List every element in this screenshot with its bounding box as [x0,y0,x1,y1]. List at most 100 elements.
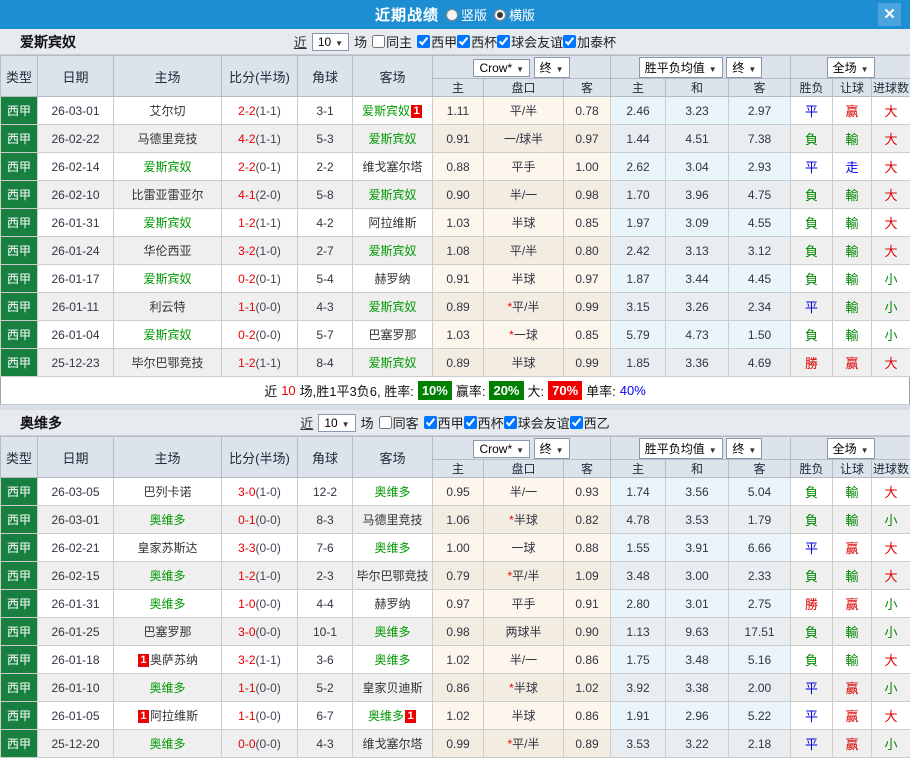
handicap-result-cell: 赢 [833,349,872,377]
cover-rate-label: 赢率: [456,381,486,400]
league-checkbox[interactable] [457,35,470,48]
date-cell: 26-01-25 [38,618,114,646]
away-team-cell: 赫罗纳 [353,265,433,293]
avg-type-select[interactable]: 胜平负均值 [639,57,723,78]
league-cell: 西甲 [1,478,38,506]
dialog-titlebar: 近期战绩 竖版 横版 ✕ [0,0,910,29]
corner-cell: 2-3 [298,562,353,590]
league-checkbox-label: 西杯 [471,32,497,51]
same-venue-checkbox[interactable] [372,35,385,48]
home-team-cell: 爱斯宾奴 [114,321,222,349]
euro-away-odds: 1.79 [729,506,791,534]
match-row: 西甲26-01-04爱斯宾奴0-2(0-0)5-7巴塞罗那1.03*一球0.85… [1,321,910,349]
league-cell: 西甲 [1,293,38,321]
result-cell: 平 [791,293,833,321]
result-cell: 平 [791,674,833,702]
avg-stage-select[interactable]: 终 [726,438,762,459]
recent-label[interactable]: 近 [300,413,313,432]
away-team-cell: 马德里竞技 [353,506,433,534]
team2-matches-table: 类型 日期 主场 比分(半场) 角球 客场 Crow* 终 胜平负均值 终 全场… [0,436,910,758]
team-name-text: 爱斯宾奴 [368,244,416,258]
euro-home-odds: 2.46 [611,97,666,125]
league-checkbox[interactable] [570,416,583,429]
scope-select[interactable]: 全场 [827,57,875,78]
euro-draw-odds: 3.01 [666,590,729,618]
score-cell: 4-1(2-0) [222,181,298,209]
away-team-cell: 维戈塞尔塔 [353,730,433,758]
home-team-cell: 奥维多 [114,730,222,758]
handicap-result-cell: 輸 [833,506,872,534]
asian-away-odds: 0.85 [564,209,611,237]
home-team-cell: 爱斯宾奴 [114,209,222,237]
euro-home-odds: 1.55 [611,534,666,562]
fulltime-score: 1-1 [238,681,255,695]
away-team-cell: 爱斯宾奴 [353,125,433,153]
bookmaker-select[interactable]: Crow* [473,440,530,458]
odds-stage-select[interactable]: 终 [534,57,570,78]
league-checkbox[interactable] [464,416,477,429]
goals-result-cell: 大 [872,534,910,562]
team-name-text: 爱斯宾奴 [143,160,191,174]
away-team-cell: 爱斯宾奴 [353,349,433,377]
handicap-result-cell: 赢 [833,534,872,562]
league-checkbox[interactable] [497,35,510,48]
date-cell: 26-01-18 [38,646,114,674]
layout-option-horizontal[interactable]: 横版 [494,5,535,24]
sub-col-asian-home: 主 [433,460,484,478]
radio-horizontal-icon[interactable] [494,9,506,21]
close-icon[interactable]: ✕ [878,3,901,26]
euro-draw-odds: 3.23 [666,97,729,125]
goals-result-cell: 大 [872,702,910,730]
sub-col-result: 胜负 [791,79,833,97]
date-cell: 26-02-14 [38,153,114,181]
euro-home-odds: 1.70 [611,181,666,209]
goals-result-cell: 大 [872,125,910,153]
sub-col-euro-draw: 和 [666,460,729,478]
odds-stage-select[interactable]: 终 [534,438,570,459]
avg-stage-select[interactable]: 终 [726,57,762,78]
avg-type-select[interactable]: 胜平负均值 [639,438,723,459]
team-name-text: 马德里竞技 [362,513,422,527]
scope-select[interactable]: 全场 [827,438,875,459]
handicap-cell: 平/半 [484,237,564,265]
away-team-cell: 奥维多 [353,646,433,674]
halftime-score: (1-1) [256,653,281,667]
league-checkbox[interactable] [504,416,517,429]
live-odds-star: * [507,569,512,583]
same-venue-checkbox[interactable] [379,416,392,429]
asian-home-odds: 1.02 [433,702,484,730]
radio-vertical-icon[interactable] [446,9,458,21]
live-odds-star: * [509,513,514,527]
home-team-cell: 华伦西亚 [114,237,222,265]
match-row: 西甲26-03-01艾尔切2-2(1-1)3-1爱斯宾奴11.11平/半0.78… [1,97,910,125]
league-checkbox-label: 西甲 [438,413,464,432]
league-checkbox-label: 球会友谊 [518,413,570,432]
league-checkbox[interactable] [417,35,430,48]
corner-cell: 12-2 [298,478,353,506]
handicap-cell: 平手 [484,590,564,618]
fulltime-score: 1-2 [238,216,255,230]
layout-option-vertical[interactable]: 竖版 [446,5,487,24]
match-row: 西甲26-02-22马德里竞技4-2(1-1)5-3爱斯宾奴0.91一/球半0.… [1,125,910,153]
team-name-text: 毕尔巴鄂竞技 [356,569,428,583]
euro-home-odds: 1.87 [611,265,666,293]
halftime-score: (0-1) [256,272,281,286]
league-cell: 西甲 [1,209,38,237]
score-cell: 1-2(1-0) [222,562,298,590]
handicap-result-cell: 赢 [833,702,872,730]
recent-count-select[interactable]: 10 [318,414,355,432]
date-cell: 26-03-01 [38,97,114,125]
euro-home-odds: 1.74 [611,478,666,506]
recent-label[interactable]: 近 [294,32,307,51]
league-checkbox[interactable] [563,35,576,48]
date-cell: 26-01-24 [38,237,114,265]
match-row: 西甲26-01-24华伦西亚3-2(1-0)2-7爱斯宾奴1.08平/半0.80… [1,237,910,265]
card-badge: 1 [405,710,416,723]
recent-count-select[interactable]: 10 [312,33,349,51]
euro-away-odds: 4.75 [729,181,791,209]
bookmaker-select[interactable]: Crow* [473,59,530,77]
asian-away-odds: 1.00 [564,153,611,181]
league-checkbox[interactable] [424,416,437,429]
league-checkbox-label: 西杯 [478,413,504,432]
result-group: 全场 [791,56,910,79]
